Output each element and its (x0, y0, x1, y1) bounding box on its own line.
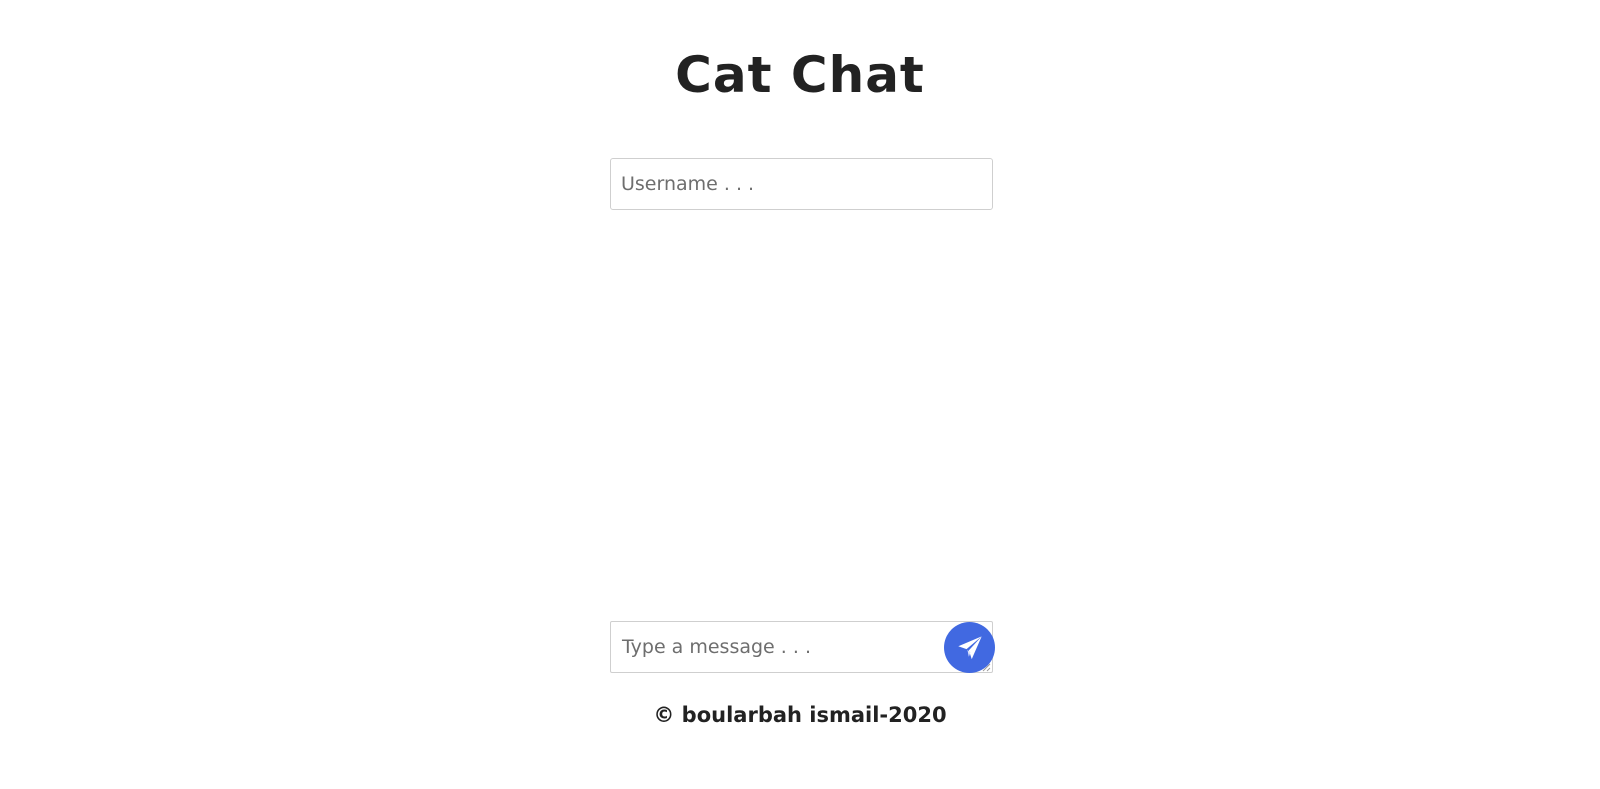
paper-plane-icon (957, 635, 982, 659)
page-title: Cat Chat (675, 46, 925, 104)
message-list (610, 222, 993, 612)
message-input[interactable] (610, 621, 993, 673)
footer-copyright: © boularbah ismail-2020 (653, 703, 947, 727)
username-input[interactable] (610, 158, 993, 210)
chat-page: Cat Chat © boularbah ismail-2020 (0, 0, 1600, 789)
send-button[interactable] (944, 622, 995, 673)
